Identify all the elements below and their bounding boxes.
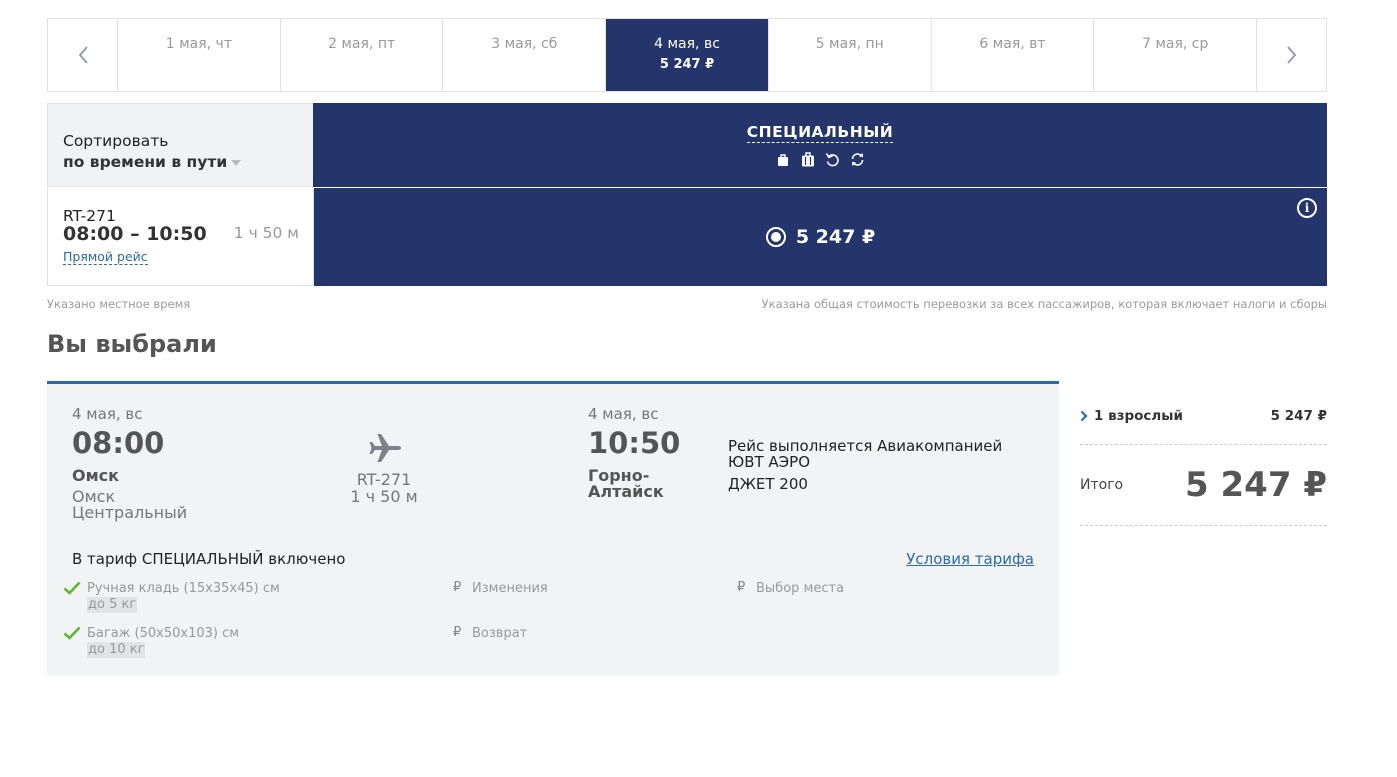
refund-icon [825,151,841,167]
ruble-icon: ₽ [453,625,462,640]
fare-table: Сортировать по времени в пути СПЕЦИАЛЬНЫ… [47,103,1327,286]
date-cell[interactable]: 1 мая, чт [118,19,281,91]
selected-title: Вы выбрали [47,330,217,358]
departure-date: 4 мая, вс [72,405,143,423]
chevron-right-icon [1286,46,1296,64]
next-dates-button[interactable] [1256,19,1326,91]
fare-name-link[interactable]: СПЕЦИАЛЬНЫЙ [746,123,894,143]
feature-hand-bag-weight: до 5 кг [87,597,138,613]
departure-city: Омск [72,466,120,485]
arrival-city-line2: Алтайск [588,482,664,501]
date-label: 5 мая, пн [815,36,884,52]
total-cost-note: Указана общая стоимость перевозки за все… [761,297,1327,311]
sort-value: по времени в пути [63,153,228,171]
flight-info: RT-271 08:00 – 10:50 1 ч 50 м Прямой рей… [47,188,314,286]
selected-flight-number: RT-271 [356,470,412,489]
fare-price: 5 247 ₽ [795,226,876,248]
bag-icon [775,151,791,167]
fare-price-option[interactable]: 5 247 ₽ i [314,188,1327,286]
carrier-info: Рейс выполняется Авиакомпанией ЮВТ АЭРО … [728,438,1038,492]
date-label: 3 мая, сб [491,36,558,52]
feature-hand-bag: Ручная кладь (15x35x45) см до 5 кг [87,581,280,613]
price-summary: 1 взрослый 5 247 ₽ Итого 5 247 ₽ [1080,395,1327,526]
ruble-icon: ₽ [737,580,746,595]
date-cell[interactable]: 6 мая, вт [932,19,1095,91]
check-icon [63,626,81,640]
departure-airport-line2: Центральный [72,503,188,522]
flight-duration: 1 ч 50 м [233,224,299,242]
passenger-row: 1 взрослый 5 247 ₽ [1080,395,1327,445]
info-icon[interactable]: i [1297,198,1317,218]
chevron-left-icon [78,46,88,64]
date-cells: 1 мая, чт 2 мая, пт 3 мая, сб 4 мая, вс … [118,19,1256,91]
arrival-date: 4 мая, вс [588,405,659,423]
date-strip: 1 мая, чт 2 мая, пт 3 мая, сб 4 мая, вс … [47,18,1327,92]
exchange-icon [850,151,866,167]
luggage-icon [800,151,816,167]
date-label: 4 мая, вс [654,36,720,52]
fare-column-header: СПЕЦИАЛЬНЫЙ [313,103,1327,187]
total-row: Итого 5 247 ₽ [1080,445,1327,526]
feature-changes: Изменения [472,581,548,596]
feature-seat: Выбор места [756,581,845,596]
fare-table-header: Сортировать по времени в пути СПЕЦИАЛЬНЫ… [47,103,1327,187]
date-price: 5 247 ₽ [659,57,715,72]
ruble-icon: ₽ [453,580,462,595]
flight-row: RT-271 08:00 – 10:50 1 ч 50 м Прямой рей… [47,187,1327,286]
tariff-conditions-link[interactable]: Условия тарифа [906,550,1034,568]
caret-down-icon [231,159,242,166]
passenger-price: 5 247 ₽ [1270,407,1327,424]
check-icon [63,581,81,595]
passenger-label: 1 взрослый [1094,407,1183,424]
date-cell-selected[interactable]: 4 мая, вс 5 247 ₽ [606,19,769,91]
date-cell[interactable]: 3 мая, сб [443,19,607,91]
tariff-included-title: В тариф СПЕЦИАЛЬНЫЙ включено [72,550,346,568]
feature-refund: Возврат [472,626,528,641]
total-label: Итого [1080,477,1124,493]
arrival-time: 10:50 [588,426,681,460]
fare-feature-icons [313,151,1327,167]
local-time-note: Указано местное время [47,297,191,311]
feature-baggage-weight: до 10 кг [87,642,146,658]
chevron-right-icon [1080,410,1088,421]
carrier-name: Рейс выполняется Авиакомпанией ЮВТ АЭРО [728,437,1003,471]
passenger-toggle[interactable]: 1 взрослый [1080,408,1183,424]
total-price: 5 247 ₽ [1185,465,1327,505]
feature-baggage: Багаж (50x50x103) см до 10 кг [87,626,239,658]
date-label: 1 мая, чт [165,36,232,52]
sort-label: Сортировать [63,132,169,150]
feature-hand-bag-label: Ручная кладь (15x35x45) см [87,581,280,596]
sort-control: Сортировать по времени в пути [47,103,313,187]
sort-dropdown[interactable]: по времени в пути [63,153,242,171]
fare-radio[interactable] [765,227,786,247]
date-label: 2 мая, пт [328,36,396,52]
date-label: 7 мая, ср [1141,36,1209,52]
departure-time: 08:00 [72,426,165,460]
plane-icon [369,434,401,462]
prev-dates-button[interactable] [48,19,118,91]
feature-baggage-label: Багаж (50x50x103) см [87,626,240,641]
date-cell[interactable]: 5 мая, пн [769,19,932,91]
selected-flight-duration: 1 ч 50 м [350,487,418,506]
date-label: 6 мая, вт [979,36,1046,52]
aircraft-type: ДЖЕТ 200 [728,475,808,493]
selected-flight-panel: 4 мая, вс 08:00 Омск Омск Центральный RT… [47,381,1059,675]
direct-flight-link[interactable]: Прямой рейс [63,249,148,265]
date-cell[interactable]: 7 мая, ср [1094,19,1256,91]
date-cell[interactable]: 2 мая, пт [281,19,444,91]
